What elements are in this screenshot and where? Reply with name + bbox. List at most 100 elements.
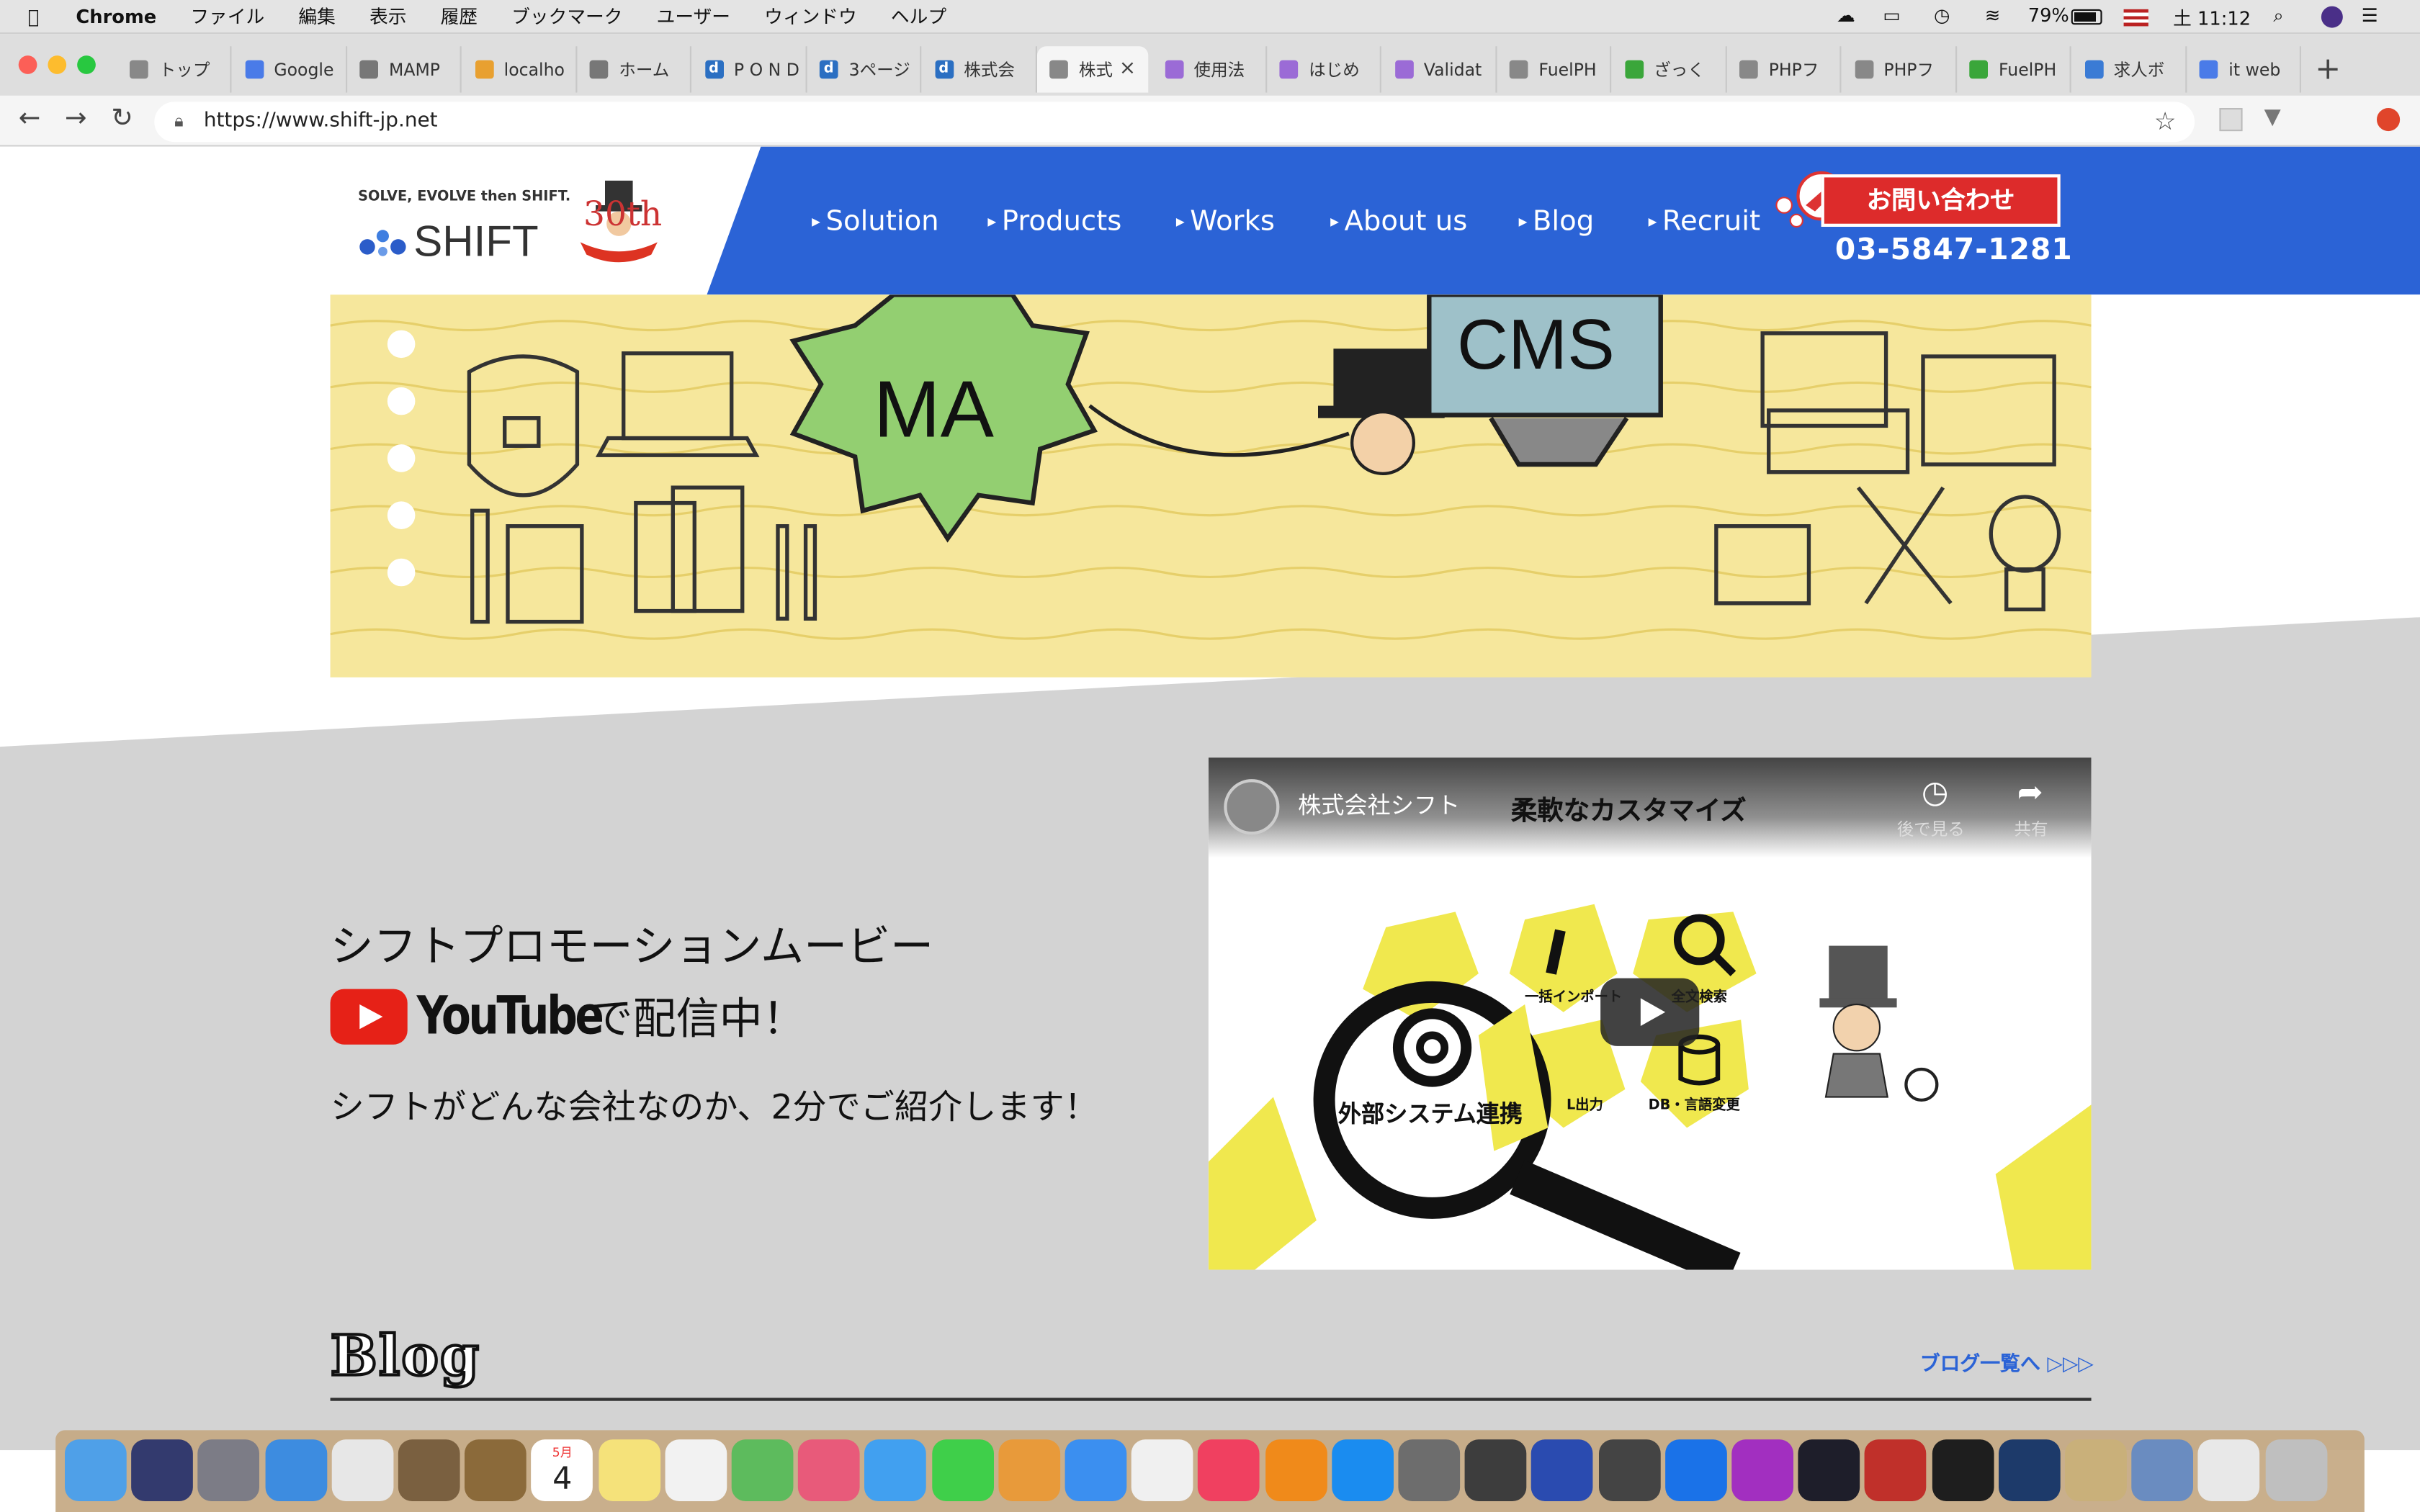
tab-0[interactable]: トップ [117, 46, 232, 93]
battery-percent[interactable]: 79% [2028, 4, 2069, 26]
nav-recruit[interactable]: Recruit [1649, 205, 1760, 238]
window-minimize-button[interactable] [48, 55, 67, 74]
dock-app-icon[interactable]: 5月 4 [531, 1439, 593, 1501]
window-zoom-button[interactable] [77, 55, 96, 74]
dock-app-icon[interactable] [65, 1439, 127, 1501]
dock-app-icon[interactable] [998, 1439, 1060, 1501]
dock-app-icon[interactable] [1065, 1439, 1127, 1501]
dock-app-icon[interactable] [131, 1439, 194, 1501]
extension-icon[interactable] [2219, 108, 2243, 132]
video-channel-title[interactable]: 株式会社シフト [1298, 788, 1460, 821]
menu-window[interactable]: ウィンドウ [764, 3, 857, 29]
dock-app-icon[interactable] [2131, 1439, 2194, 1501]
menu-history[interactable]: 履歴 [441, 3, 478, 29]
forward-icon[interactable]: → [65, 104, 87, 135]
dock-app-icon[interactable] [665, 1439, 727, 1501]
tab-11[interactable]: Validat [1382, 46, 1497, 93]
tab-13[interactable]: ざっく [1612, 46, 1726, 93]
dock-app-icon[interactable] [2198, 1439, 2260, 1501]
tab-14[interactable]: PHPフ [1727, 46, 1842, 93]
dock-app-icon[interactable] [1798, 1439, 1860, 1501]
wifi-icon[interactable]: ≋ [1985, 4, 2001, 26]
tab-1[interactable]: Google [233, 46, 347, 93]
dock-app-icon[interactable] [2065, 1439, 2127, 1501]
back-icon[interactable]: ← [19, 104, 41, 135]
phone-number[interactable]: 03-5847-1281 [1835, 233, 2073, 267]
spotlight-icon[interactable]: ⌕ [2273, 4, 2283, 27]
dock-app-icon[interactable] [731, 1439, 794, 1501]
tab-12[interactable]: FuelPH [1497, 46, 1612, 93]
dock-app-icon[interactable] [1664, 1439, 1727, 1501]
dock-app-icon[interactable] [1931, 1439, 1994, 1501]
tab-2[interactable]: MAMP [347, 46, 462, 93]
nav-solution[interactable]: Solution [812, 205, 938, 238]
tab-10[interactable]: はじめ [1267, 46, 1381, 93]
tab-close-icon[interactable]: × [1119, 57, 1136, 80]
menu-edit[interactable]: 編集 [298, 3, 335, 29]
nav-blog[interactable]: Blog [1519, 205, 1594, 238]
tab-18[interactable]: it web [2187, 46, 2301, 93]
dock-app-icon[interactable] [798, 1439, 860, 1501]
tab-15[interactable]: PHPフ [1842, 46, 1957, 93]
reload-icon[interactable]: ↻ [111, 104, 133, 135]
nav-products[interactable]: Products [987, 205, 1122, 238]
tab-16[interactable]: FuelPH [1957, 46, 2071, 93]
dock-app-icon[interactable] [264, 1439, 327, 1501]
creative-cloud-icon[interactable]: ☁ [1837, 4, 1855, 26]
youtube-video-embed[interactable]: 株式会社シフト 柔軟なカスタマイズ ◷ 後で見る ➦ 共有 一括インポート 全文… [1208, 757, 2092, 1270]
watch-later-label[interactable]: 後で見る [1897, 816, 1965, 841]
site-logo[interactable]: SHIFT [358, 217, 539, 267]
bookmark-star-icon[interactable]: ☆ [2154, 102, 2177, 142]
menubar-app-name[interactable]: Chrome [76, 6, 156, 27]
dock-app-icon[interactable] [1131, 1439, 1193, 1501]
tab-6[interactable]: d 3ページ [807, 46, 922, 93]
dock-app-icon[interactable] [1331, 1439, 1394, 1501]
dock-app-icon[interactable] [864, 1439, 927, 1501]
extension-red-icon[interactable] [2377, 108, 2401, 132]
tab-5[interactable]: dP O N D [692, 46, 807, 93]
contact-button[interactable]: お問い合わせ [1821, 174, 2061, 227]
channel-avatar[interactable] [1224, 779, 1280, 835]
tab-8[interactable]: 株式 × [1037, 46, 1149, 93]
dock-app-icon[interactable] [1531, 1439, 1594, 1501]
dock-app-icon[interactable] [1464, 1439, 1527, 1501]
battery-icon[interactable] [2071, 9, 2102, 25]
dock-app-icon[interactable] [331, 1439, 393, 1501]
menu-view[interactable]: 表示 [369, 3, 406, 29]
tab-3[interactable]: localho [462, 46, 577, 93]
dock-app-icon[interactable] [198, 1439, 260, 1501]
dock-app-icon[interactable] [465, 1439, 527, 1501]
menu-user[interactable]: ユーザー [657, 3, 730, 29]
menubar-clock[interactable]: 土 11:12 [2173, 4, 2251, 30]
tab-7[interactable]: d 株式会 [922, 46, 1036, 93]
clock-icon[interactable]: ◷ [1922, 773, 1948, 810]
menu-bookmarks[interactable]: ブックマーク [511, 3, 622, 29]
time-machine-icon[interactable]: ◷ [1934, 4, 1950, 26]
nav-works[interactable]: Works [1176, 205, 1275, 238]
new-tab-button[interactable]: + [2315, 50, 2341, 86]
airplay-icon[interactable]: ▭ [1883, 4, 1900, 26]
siri-icon[interactable] [2321, 6, 2343, 28]
tab-9[interactable]: 使用法 [1152, 46, 1267, 93]
dock-app-icon[interactable] [1198, 1439, 1260, 1501]
tab-17[interactable]: 求人ボ [2072, 46, 2187, 93]
menu-help[interactable]: ヘルプ [891, 3, 946, 29]
dock-app-icon[interactable] [1265, 1439, 1327, 1501]
nav-about-us[interactable]: About us [1330, 205, 1467, 238]
input-flag-icon[interactable] [2123, 9, 2148, 27]
dock-app-icon[interactable] [1731, 1439, 1793, 1501]
vue-devtools-icon[interactable]: ▼ [2264, 105, 2281, 130]
notification-center-icon[interactable]: ☰ [2362, 4, 2378, 26]
share-label[interactable]: 共有 [2014, 816, 2048, 841]
dock-app-icon[interactable] [1398, 1439, 1461, 1501]
window-close-button[interactable] [18, 55, 37, 74]
tab-4[interactable]: ホーム [577, 46, 691, 93]
dock-app-icon[interactable] [1998, 1439, 2061, 1501]
apple-menu-icon[interactable]:  [28, 6, 39, 27]
dock-app-icon[interactable] [2264, 1439, 2327, 1501]
menu-file[interactable]: ファイル [190, 3, 264, 29]
dock-app-icon[interactable] [1865, 1439, 1927, 1501]
video-play-button[interactable] [1600, 978, 1700, 1046]
share-icon[interactable]: ➦ [2017, 773, 2043, 810]
dock-app-icon[interactable] [931, 1439, 994, 1501]
